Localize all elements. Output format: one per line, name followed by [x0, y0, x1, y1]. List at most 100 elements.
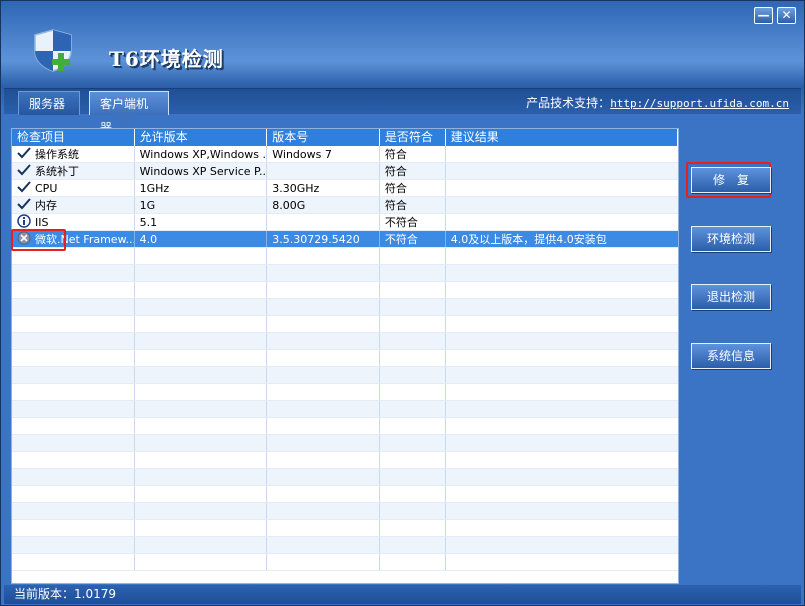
shield-logo-icon	[34, 29, 72, 72]
table-row[interactable]	[12, 503, 678, 520]
table-row[interactable]	[12, 350, 678, 367]
header-match[interactable]: 是否符合	[380, 129, 446, 146]
table-row[interactable]	[12, 435, 678, 452]
cell-match-text: 不符合	[384, 233, 418, 246]
table-row[interactable]: 微软.Net Framew... 4.0 3.5.30729.5420 不符合 4.0及…	[12, 231, 678, 248]
cell-version	[267, 265, 380, 281]
table-row[interactable]	[12, 265, 678, 282]
cell-allowed-version: Windows XP Service P...	[135, 163, 268, 179]
cell-version	[267, 401, 380, 417]
header-check-item[interactable]: 检查项目	[12, 129, 135, 146]
header-version[interactable]: 版本号	[267, 129, 380, 146]
table-row[interactable]	[12, 384, 678, 401]
cell-check-item	[12, 554, 135, 570]
table-row[interactable]	[12, 469, 678, 486]
cell-version	[267, 418, 380, 434]
check-icon	[17, 181, 31, 193]
cell-advice	[446, 469, 678, 485]
cell-version	[267, 486, 380, 502]
support-link[interactable]: http://support.ufida.com.cn	[610, 97, 789, 110]
close-button[interactable]: ✕	[777, 7, 796, 24]
cell-match-text: 符合	[384, 199, 407, 212]
table-row[interactable]	[12, 554, 678, 571]
cell-match	[380, 554, 446, 570]
check-icon	[17, 147, 31, 159]
cell-allowed-version	[135, 418, 268, 434]
table-row[interactable]	[12, 333, 678, 350]
app-window: — ✕ T6环境检测 服务器 客户端机器 产品技术支持：http://suppo…	[0, 0, 805, 606]
cell-match: 不符合	[380, 214, 446, 230]
cell-match: 不符合	[380, 231, 446, 247]
support-label: 产品技术支持：	[526, 96, 611, 110]
table-row[interactable]: CPU 1GHz 3.30GHz 符合	[12, 180, 678, 197]
cell-version	[267, 452, 380, 468]
table-header: 检查项目 允许版本 版本号 是否符合 建议结果	[12, 129, 678, 146]
cell-allowed-version	[135, 435, 268, 451]
cell-match	[380, 350, 446, 366]
table-row[interactable]	[12, 452, 678, 469]
version-value: 1.0179	[74, 587, 117, 601]
status-bar: 当前版本：1.0179	[4, 585, 801, 604]
table-row[interactable]	[12, 282, 678, 299]
table-row[interactable]: IIS 5.1 不符合	[12, 214, 678, 231]
cell-advice	[446, 554, 678, 570]
table-row[interactable]	[12, 401, 678, 418]
cell-check-item: 微软.Net Framew...	[12, 231, 135, 247]
cell-advice	[446, 299, 678, 315]
cell-advice	[446, 163, 678, 179]
fix-button[interactable]: 修 复	[691, 167, 771, 193]
cell-match-text: 不符合	[384, 216, 418, 229]
table-row[interactable]	[12, 367, 678, 384]
version-label: 当前版本：	[14, 587, 75, 601]
header-advice[interactable]: 建议结果	[446, 129, 678, 146]
table-row[interactable]: 系统补丁 Windows XP Service P... 符合	[12, 163, 678, 180]
cell-allowed-version: 5.1	[135, 214, 268, 230]
table-row[interactable]: 内存 1G 8.00G 符合	[12, 197, 678, 214]
cell-version: 8.00G	[267, 197, 380, 213]
cell-allowed-version	[135, 367, 268, 383]
cell-allowed-version: Windows XP,Windows ...	[135, 146, 268, 162]
app-title: T6环境检测	[109, 47, 224, 71]
window-controls: — ✕	[754, 7, 796, 24]
table-row[interactable]	[12, 486, 678, 503]
table-row[interactable]	[12, 520, 678, 537]
cell-version: 3.30GHz	[267, 180, 380, 196]
cell-check-item	[12, 333, 135, 349]
cell-check-item-text: IIS	[35, 216, 49, 229]
cell-check-item-text: 微软.Net Framew...	[35, 233, 135, 246]
cell-allowed-version	[135, 316, 268, 332]
cell-match	[380, 435, 446, 451]
minimize-button[interactable]: —	[754, 7, 773, 24]
table-row[interactable]	[12, 299, 678, 316]
cell-check-item	[12, 384, 135, 400]
tab-client-machine[interactable]: 客户端机器	[89, 91, 169, 135]
cell-check-item-text: 系统补丁	[35, 165, 79, 178]
table-row[interactable]	[12, 248, 678, 265]
cell-check-item	[12, 350, 135, 366]
header-allowed-version[interactable]: 允许版本	[135, 129, 268, 146]
cell-allowed-version-text: Windows XP,Windows ...	[139, 148, 268, 161]
cell-version	[267, 214, 380, 230]
cell-advice	[446, 197, 678, 213]
check-icon	[17, 164, 31, 176]
system-info-button[interactable]: 系统信息	[691, 343, 771, 369]
cell-match	[380, 537, 446, 553]
cell-allowed-version	[135, 265, 268, 281]
cell-match	[380, 248, 446, 264]
exit-check-button[interactable]: 退出检测	[691, 284, 771, 310]
cell-version: 3.5.30729.5420	[267, 231, 380, 247]
cell-check-item	[12, 401, 135, 417]
tab-server[interactable]: 服务器	[18, 91, 80, 115]
env-check-button[interactable]: 环境检测	[691, 226, 771, 252]
table-row[interactable]	[12, 537, 678, 554]
cell-version	[267, 384, 380, 400]
cell-check-item	[12, 469, 135, 485]
table-row[interactable]	[12, 418, 678, 435]
cell-match	[380, 401, 446, 417]
cell-advice	[446, 333, 678, 349]
table-row[interactable]	[12, 316, 678, 333]
cell-advice	[446, 367, 678, 383]
cell-version-text: 8.00G	[272, 199, 306, 212]
support-info: 产品技术支持：http://support.ufida.com.cn	[526, 94, 789, 111]
table-row[interactable]: 操作系统 Windows XP,Windows ... Windows 7 符合	[12, 146, 678, 163]
